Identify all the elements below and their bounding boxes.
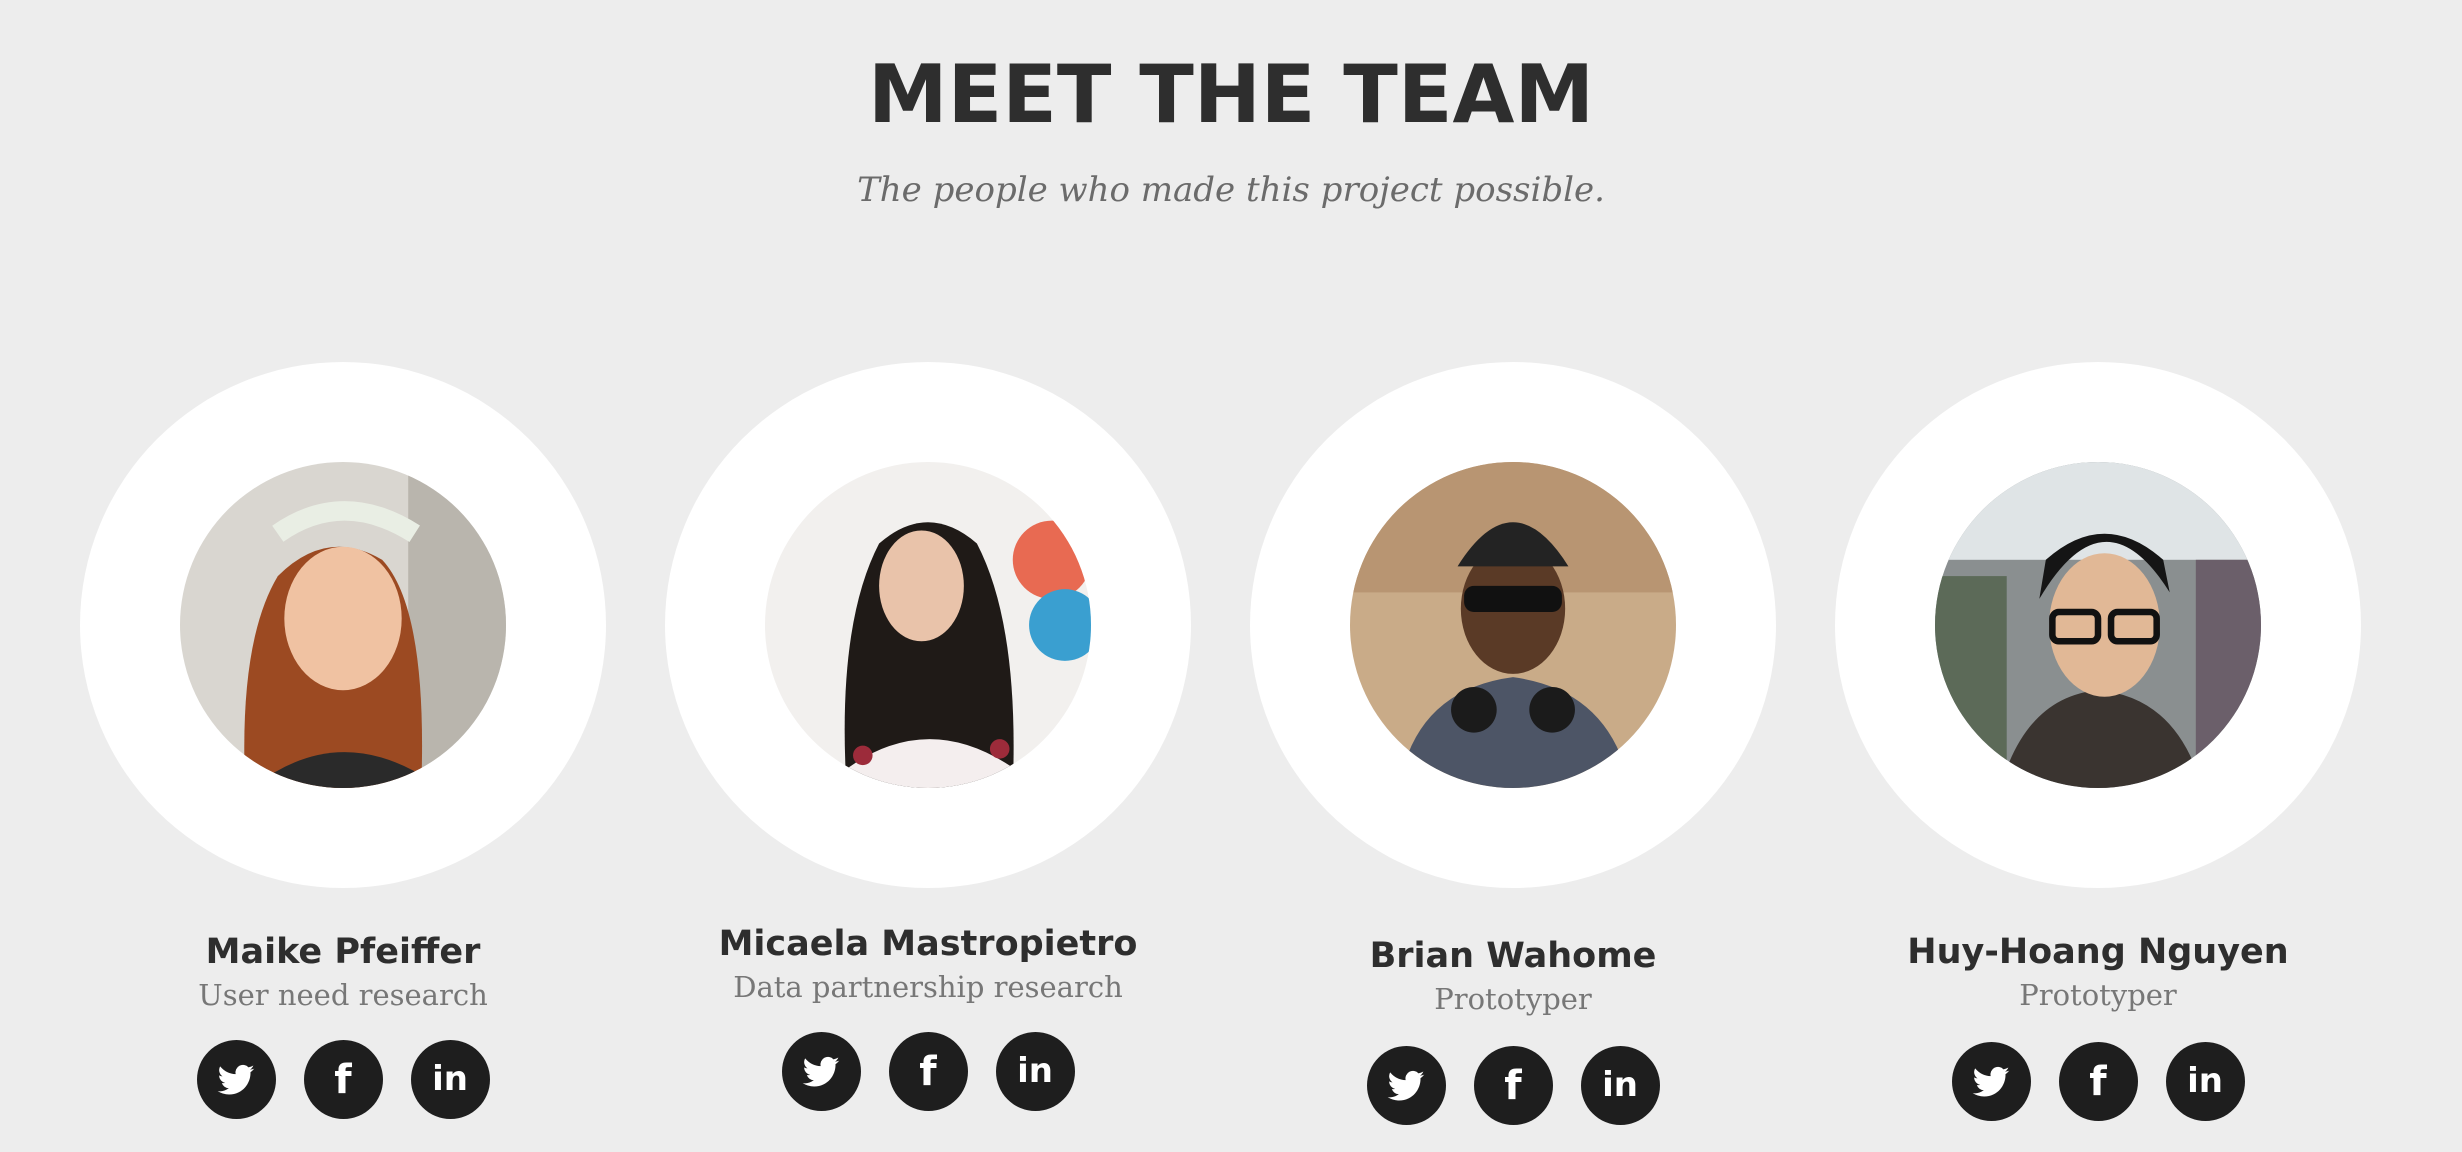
linkedin-button[interactable]: in	[995, 1032, 1075, 1111]
twitter-button[interactable]	[196, 1040, 276, 1119]
team-member-card: Maike Pfeiffer User need research f in	[63, 360, 623, 1152]
facebook-icon: f	[2089, 1058, 2107, 1105]
avatar	[180, 462, 506, 788]
avatar-ring	[665, 362, 1191, 888]
avatar-ring	[1250, 362, 1776, 888]
linkedin-button[interactable]: in	[1580, 1046, 1660, 1125]
member-name: Micaela Mastropietro	[718, 924, 1138, 964]
member-name: Huy-Hoang Nguyen	[1907, 932, 2289, 972]
twitter-button[interactable]	[1366, 1046, 1446, 1125]
facebook-button[interactable]: f	[1473, 1046, 1553, 1125]
social-links: f in	[63, 1040, 623, 1119]
member-name: Brian Wahome	[1369, 936, 1657, 976]
twitter-icon	[217, 1064, 255, 1095]
avatar-ring	[80, 362, 606, 888]
social-links: f in	[1233, 1046, 1793, 1125]
page-subtitle: The people who made this project possibl…	[857, 170, 1605, 210]
member-role: Prototyper	[2019, 978, 2177, 1012]
team-member-card: Huy-Hoang Nguyen Prototyper f in	[1818, 360, 2378, 1152]
avatar	[765, 462, 1091, 788]
member-role: Data partnership research	[733, 970, 1123, 1004]
team-member-card: Micaela Mastropietro Data partnership re…	[648, 360, 1208, 1152]
avatar-ring	[1835, 362, 2361, 888]
linkedin-icon: in	[1017, 1050, 1053, 1091]
facebook-button[interactable]: f	[2058, 1042, 2138, 1121]
member-role: Prototyper	[1434, 982, 1592, 1016]
twitter-icon	[802, 1056, 840, 1087]
avatar	[1350, 462, 1676, 788]
page-title: MEET THE TEAM	[867, 48, 1595, 141]
facebook-button[interactable]: f	[303, 1040, 383, 1119]
social-links: f in	[1818, 1042, 2378, 1121]
linkedin-icon: in	[1602, 1064, 1638, 1105]
facebook-icon: f	[1504, 1062, 1522, 1109]
twitter-button[interactable]	[1951, 1042, 2031, 1121]
linkedin-icon: in	[2187, 1060, 2223, 1101]
social-links: f in	[648, 1032, 1208, 1111]
twitter-icon	[1972, 1066, 2010, 1097]
twitter-icon	[1387, 1070, 1425, 1101]
linkedin-button[interactable]: in	[410, 1040, 490, 1119]
facebook-icon: f	[334, 1056, 352, 1103]
linkedin-button[interactable]: in	[2165, 1042, 2245, 1121]
facebook-icon: f	[919, 1048, 937, 1095]
team-member-card: Brian Wahome Prototyper f in	[1233, 360, 1793, 1152]
member-name: Maike Pfeiffer	[205, 932, 481, 972]
member-role: User need research	[198, 978, 488, 1012]
linkedin-icon: in	[432, 1058, 468, 1099]
avatar	[1935, 462, 2261, 788]
facebook-button[interactable]: f	[888, 1032, 968, 1111]
twitter-button[interactable]	[781, 1032, 861, 1111]
